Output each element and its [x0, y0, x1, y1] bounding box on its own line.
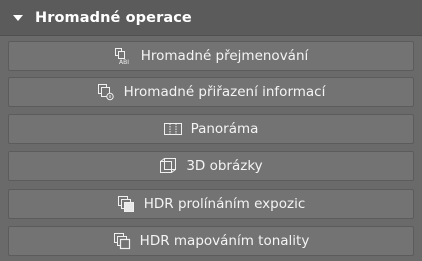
- 3d-image-icon: [159, 157, 177, 175]
- hdr-exposure-blend-label: HDR prolínáním expozic: [143, 196, 306, 212]
- chevron-down-icon[interactable]: [13, 14, 23, 21]
- panorama-label: Panoráma: [190, 121, 259, 137]
- section-header-batch-operations[interactable]: Hromadné operace: [0, 0, 422, 36]
- hdr-tone-mapping-label: HDR mapováním tonality: [139, 233, 310, 249]
- 3d-images-button[interactable]: 3D obrázky: [8, 151, 414, 181]
- hdr-tone-mapping-button[interactable]: HDR mapováním tonality: [8, 226, 414, 256]
- hdr-exposure-blend-button[interactable]: HDR prolínáním expozic: [8, 189, 414, 219]
- batch-metadata-label: Hromadné přiřazení informací: [123, 84, 326, 100]
- batch-operations-panel: Hromadné operace ABI Hromadné přejmenová…: [0, 0, 422, 261]
- batch-rename-button[interactable]: ABI Hromadné přejmenování: [8, 41, 414, 71]
- batch-metadata-button[interactable]: Hromadné přiřazení informací: [8, 77, 414, 107]
- batch-rename-icon: ABI: [114, 47, 132, 65]
- svg-text:ABI: ABI: [119, 59, 129, 65]
- batch-rename-label: Hromadné přejmenování: [140, 48, 309, 64]
- panorama-icon: [163, 120, 182, 138]
- hdr-tone-mapping-icon: [113, 232, 131, 250]
- 3d-images-label: 3D obrázky: [186, 158, 263, 174]
- section-title: Hromadné operace: [35, 9, 192, 26]
- hdr-exposure-blend-icon: [117, 195, 135, 213]
- batch-metadata-icon: [97, 83, 115, 101]
- panorama-button[interactable]: Panoráma: [8, 114, 414, 144]
